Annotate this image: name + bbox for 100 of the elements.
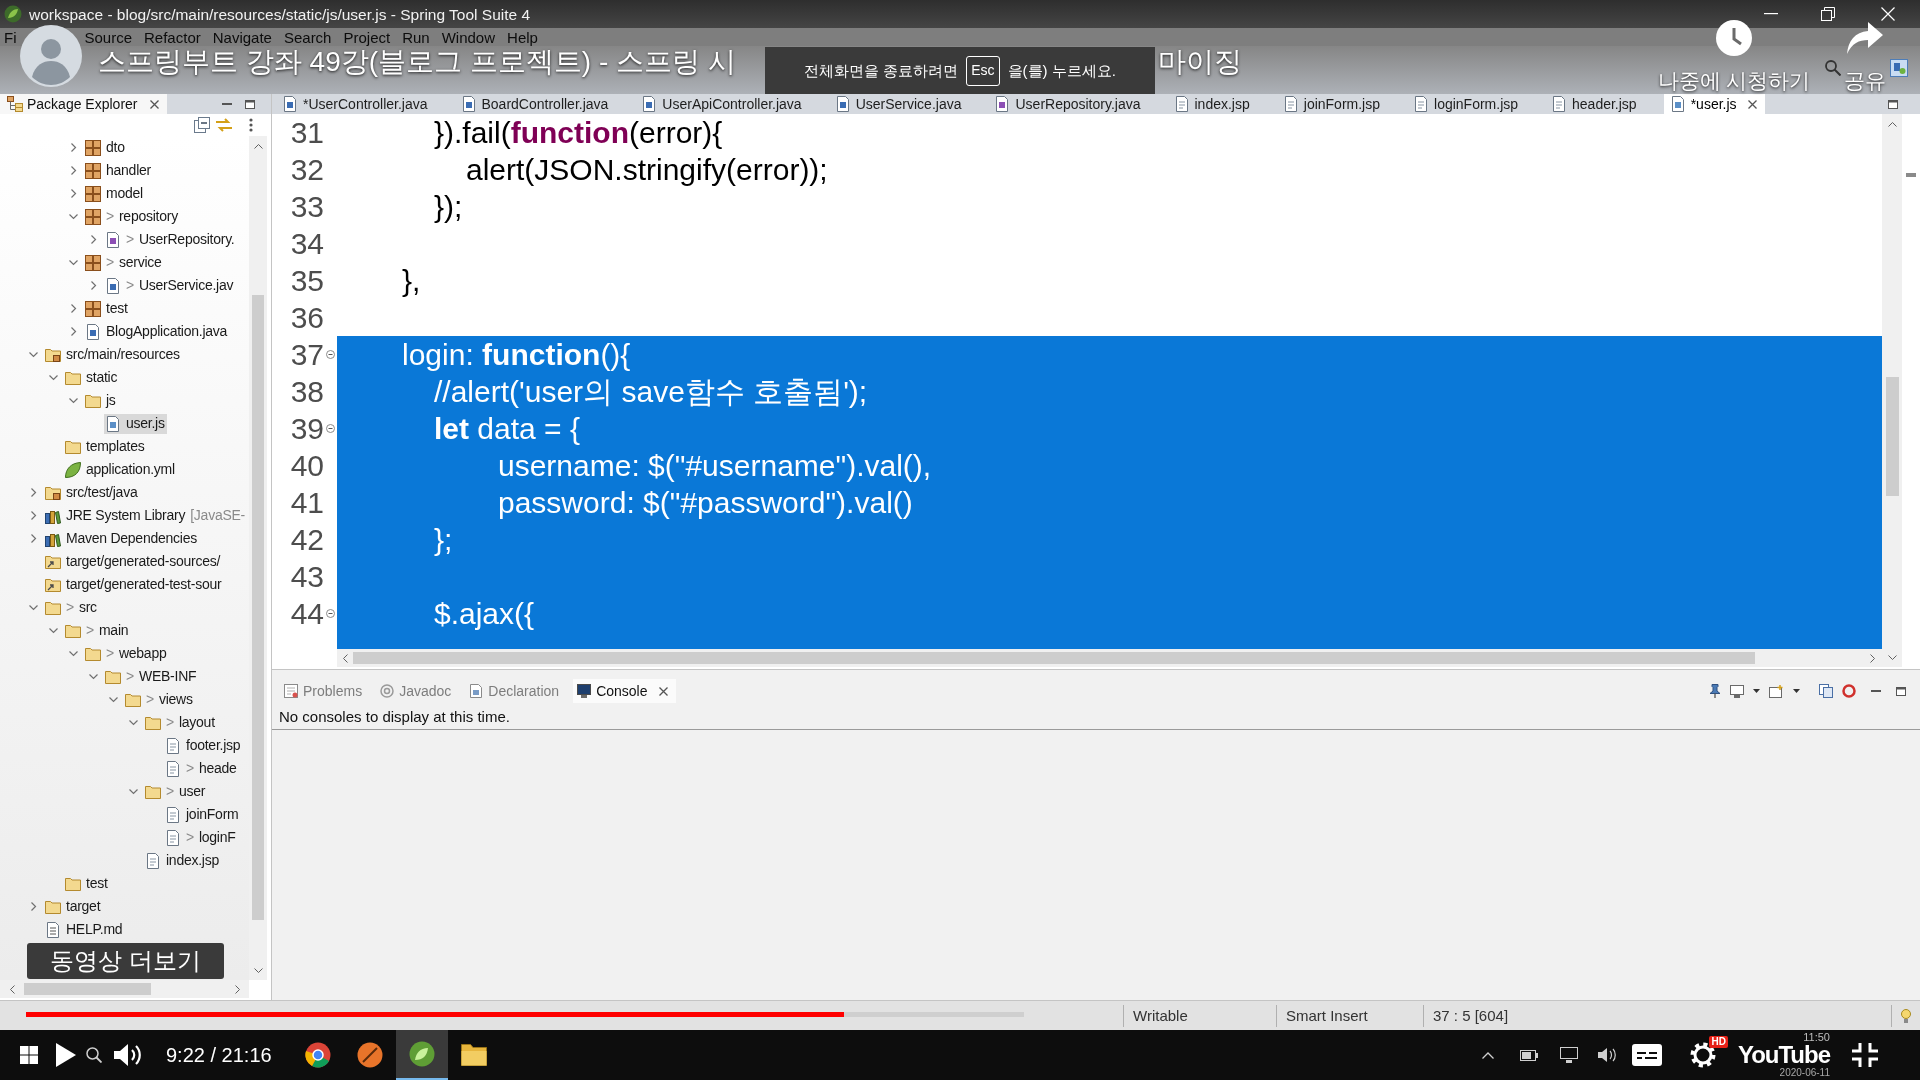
tree-item[interactable]: > webapp <box>84 643 169 664</box>
chevron-right-icon[interactable] <box>68 304 78 313</box>
four-squares-icon[interactable] <box>20 1046 38 1064</box>
chevron-right-icon[interactable] <box>68 189 78 198</box>
tree-item[interactable]: handler <box>84 160 153 181</box>
panel-tab[interactable]: Javadoc <box>376 679 460 703</box>
view-menu-icon[interactable] <box>249 118 253 132</box>
fold-minus-icon[interactable] <box>326 424 335 433</box>
scroll-left-icon[interactable] <box>342 653 348 663</box>
tree-item[interactable]: src/main/resources <box>44 344 182 365</box>
minimize-icon[interactable] <box>1764 13 1778 15</box>
ring-icon[interactable] <box>1842 684 1856 698</box>
panel-tab[interactable]: Declaration <box>465 679 568 703</box>
editor-tab[interactable]: *UserController.java <box>276 94 436 114</box>
scroll-down-icon[interactable] <box>253 967 263 973</box>
chevron-right-icon[interactable] <box>68 166 78 175</box>
tree-item[interactable]: joinForm <box>164 804 241 825</box>
maximize-icon[interactable] <box>1888 99 1898 109</box>
scroll-right-icon[interactable] <box>234 984 240 994</box>
pushpin-icon[interactable] <box>1709 684 1721 698</box>
play-icon[interactable] <box>56 1043 76 1067</box>
tree-item[interactable]: js <box>84 390 118 411</box>
menu-item[interactable]: Source <box>84 28 133 46</box>
menu-item[interactable]: Search <box>283 28 332 46</box>
scrollbar-thumb[interactable] <box>252 295 264 920</box>
player-logo[interactable]: YouTube <box>1737 1043 1830 1067</box>
chevron-right-icon[interactable] <box>88 235 98 244</box>
chevron-right-icon[interactable] <box>28 534 38 543</box>
caret-icon[interactable] <box>1753 689 1760 693</box>
leaf-app-icon[interactable] <box>408 1041 435 1067</box>
tree-item[interactable]: application.yml <box>64 459 177 480</box>
close-icon[interactable] <box>1747 99 1757 109</box>
chevron-down-icon[interactable] <box>88 672 98 681</box>
editor-tab[interactable]: *user.js <box>1663 94 1765 114</box>
editor-tab[interactable]: joinForm.jsp <box>1276 94 1388 114</box>
chevron-down-icon[interactable] <box>108 695 118 704</box>
copy-icon[interactable] <box>1819 684 1833 698</box>
maximize-icon[interactable] <box>245 99 255 109</box>
editor-tab[interactable]: BoardController.java <box>454 94 617 114</box>
tree-item[interactable]: user.js <box>104 413 167 434</box>
menu-item[interactable]: Refactor <box>144 28 201 46</box>
volume-icon[interactable] <box>114 1043 142 1067</box>
caret-icon[interactable] <box>1793 689 1800 693</box>
panel-tab[interactable]: Console <box>573 679 676 703</box>
tree-item[interactable]: Maven Dependencies <box>44 528 199 549</box>
fold-minus-icon[interactable] <box>326 350 335 359</box>
search-icon[interactable] <box>86 1047 102 1063</box>
tree-item[interactable]: test <box>64 873 110 894</box>
chevron-down-icon[interactable] <box>128 787 138 796</box>
chevron-down-icon[interactable] <box>28 350 38 359</box>
subtitles-icon[interactable] <box>1631 1044 1662 1066</box>
avatar-icon[interactable] <box>20 25 82 87</box>
tree-item[interactable]: target/generated-test-sour <box>44 574 224 595</box>
tree-item[interactable]: > src <box>44 597 99 618</box>
battery-icon[interactable] <box>1519 1049 1538 1061</box>
editor-tab[interactable]: index.jsp <box>1167 94 1258 114</box>
tree-item[interactable]: templates <box>64 436 147 457</box>
scrollbar-thumb[interactable] <box>353 652 1755 664</box>
display-icon[interactable] <box>1730 684 1744 698</box>
scroll-up-icon[interactable] <box>1887 121 1897 127</box>
restore-icon[interactable] <box>1821 7 1835 21</box>
tree-item[interactable]: > views <box>124 689 195 710</box>
close-icon[interactable] <box>149 99 159 109</box>
collapse-all-icon[interactable] <box>194 117 210 133</box>
browser-icon[interactable] <box>304 1042 331 1068</box>
tree-item[interactable]: BlogApplication.java <box>84 321 230 342</box>
chevron-right-icon[interactable] <box>28 488 38 497</box>
tree-item[interactable]: > layout <box>144 712 217 733</box>
chevron-down-icon[interactable] <box>48 373 58 382</box>
tree-item[interactable]: > loginF <box>164 827 238 848</box>
tree-item[interactable]: JRE System Library [JavaSE- <box>44 505 247 526</box>
chevron-down-icon[interactable] <box>28 603 38 612</box>
scroll-right-icon[interactable] <box>1869 653 1875 663</box>
scrollbar-thumb[interactable] <box>1885 377 1899 496</box>
maximize-icon[interactable] <box>1896 686 1906 696</box>
tree-item[interactable]: model <box>84 183 145 204</box>
menu-item[interactable]: Run <box>402 28 430 46</box>
active-app-highlight[interactable] <box>395 1030 448 1080</box>
window-plus-icon[interactable] <box>1769 684 1784 698</box>
chevron-down-icon[interactable] <box>68 396 78 405</box>
scroll-left-icon[interactable] <box>9 984 15 994</box>
folder-app-icon[interactable] <box>460 1044 487 1066</box>
tree-item[interactable]: > repository <box>84 206 180 227</box>
tree-item[interactable]: HELP.md <box>44 919 125 940</box>
tree-item[interactable]: > UserRepository. <box>104 229 237 250</box>
fullscreen-exit-icon[interactable] <box>1852 1043 1878 1067</box>
chevron-down-icon[interactable] <box>68 649 78 658</box>
menu-item[interactable]: Help <box>507 28 538 46</box>
chevron-up-icon[interactable] <box>1481 1051 1494 1059</box>
close-icon[interactable] <box>658 686 668 696</box>
package-explorer-tab[interactable]: Package Explorer <box>0 94 167 114</box>
tree-item[interactable]: index.jsp <box>144 850 221 871</box>
scrollbar-thumb[interactable] <box>24 983 151 995</box>
chevron-right-icon[interactable] <box>28 511 38 520</box>
chevron-down-icon[interactable] <box>48 626 58 635</box>
tree-item[interactable]: src/test/java <box>44 482 140 503</box>
chevron-down-icon[interactable] <box>68 258 78 267</box>
tree-item[interactable]: > user <box>144 781 208 802</box>
tree-item[interactable]: dto <box>84 137 127 158</box>
tree-item[interactable]: static <box>64 367 120 388</box>
